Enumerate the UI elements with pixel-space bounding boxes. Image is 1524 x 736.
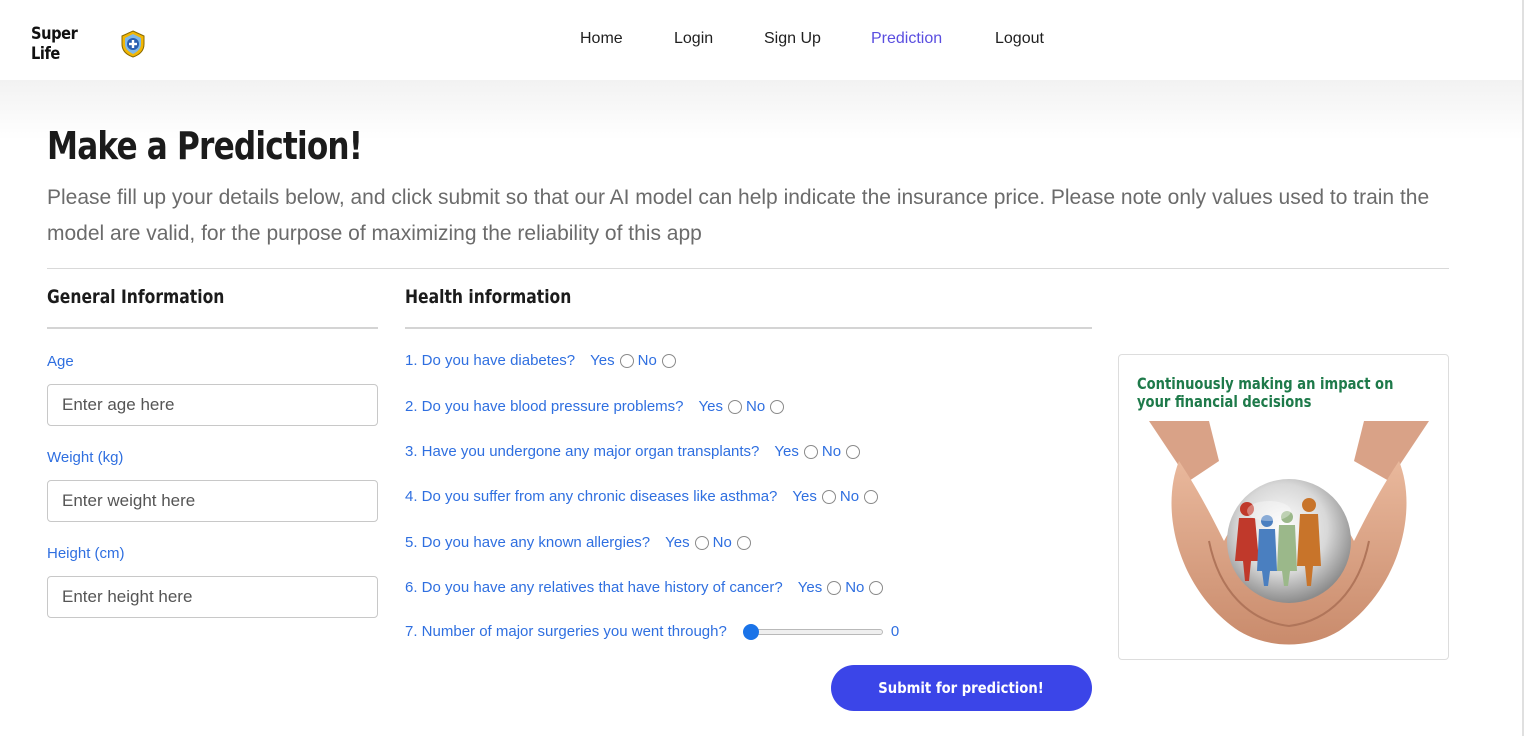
weight-label: Weight (kg) <box>47 449 124 466</box>
surgeries-value: 0 <box>890 623 900 640</box>
question-text: 5. Do you have any known allergies? <box>405 534 651 551</box>
slider-track[interactable] <box>742 628 883 635</box>
yes-label: Yes <box>698 398 723 415</box>
yes-label: Yes <box>665 534 690 551</box>
nav-signup[interactable]: Sign Up <box>764 30 821 48</box>
no-label: No <box>845 579 865 596</box>
question-surgeries: 7. Number of major surgeries you went th… <box>405 623 899 640</box>
allergies-no-radio[interactable] <box>736 535 751 550</box>
allergies-yes-radio[interactable] <box>694 535 709 550</box>
weight-input[interactable] <box>47 480 378 522</box>
question-blood-pressure: 2. Do you have blood pressure problems? … <box>405 398 785 415</box>
blood-pressure-no-radio[interactable] <box>770 399 785 414</box>
no-label: No <box>637 352 657 369</box>
yes-label: Yes <box>792 488 817 505</box>
question-transplants: 3. Have you undergone any major organ tr… <box>405 443 861 460</box>
question-diabetes: 1. Do you have diabetes? Yes No <box>405 352 676 369</box>
cancer-yes-radio[interactable] <box>827 580 842 595</box>
diabetes-no-radio[interactable] <box>661 353 676 368</box>
transplants-yes-radio[interactable] <box>803 444 818 459</box>
blood-pressure-yes-radio[interactable] <box>727 399 742 414</box>
promo-card: Continuously making an impact on your fi… <box>1118 354 1449 660</box>
question-allergies: 5. Do you have any known allergies? Yes … <box>405 534 751 551</box>
general-divider <box>47 327 378 329</box>
no-label: No <box>839 488 860 505</box>
health-info-heading: Health information <box>405 286 572 308</box>
cancer-no-radio[interactable] <box>869 580 884 595</box>
no-label: No <box>745 398 766 415</box>
height-input[interactable] <box>47 576 378 618</box>
transplants-no-radio[interactable] <box>846 444 861 459</box>
diabetes-yes-radio[interactable] <box>619 353 634 368</box>
question-text: 7. Number of major surgeries you went th… <box>405 623 727 640</box>
navbar: Super Life Home Login Sign Up Prediction… <box>0 0 1524 80</box>
question-text: 4. Do you suffer from any chronic diseas… <box>405 488 778 505</box>
yes-label: Yes <box>774 443 799 460</box>
question-text: 1. Do you have diabetes? <box>405 352 576 369</box>
nav-login[interactable]: Login <box>674 30 713 48</box>
nav-home[interactable]: Home <box>580 30 623 48</box>
nav-prediction[interactable]: Prediction <box>871 30 942 48</box>
divider <box>47 268 1449 269</box>
general-info-heading: General Information <box>47 286 225 308</box>
chronic-yes-radio[interactable] <box>821 489 836 504</box>
health-divider <box>405 327 1092 329</box>
page-description: Please fill up your details below, and c… <box>47 186 1430 245</box>
yes-label: Yes <box>590 352 615 369</box>
slider-thumb[interactable] <box>742 623 759 640</box>
age-label: Age <box>47 353 74 370</box>
age-input[interactable] <box>47 384 378 426</box>
chronic-no-radio[interactable] <box>864 489 879 504</box>
question-cancer-history: 6. Do you have any relatives that have h… <box>405 579 884 596</box>
no-label: No <box>712 534 732 551</box>
no-label: No <box>821 443 842 460</box>
page-title: Make a Prediction! <box>47 124 363 168</box>
submit-button[interactable]: Submit for prediction! <box>831 665 1092 711</box>
brand[interactable]: Super Life <box>31 24 146 64</box>
question-text: 3. Have you undergone any major organ tr… <box>405 443 760 460</box>
hands-holding-family-sphere-image <box>1149 421 1429 645</box>
submit-button-label: Submit for prediction! <box>878 679 1045 697</box>
shield-plus-icon <box>121 30 145 58</box>
surgeries-slider[interactable] <box>742 623 883 640</box>
promo-title: Continuously making an impact on your fi… <box>1137 374 1394 411</box>
yes-label: Yes <box>797 579 823 596</box>
brand-name[interactable]: Super Life <box>31 24 105 64</box>
nav-logout[interactable]: Logout <box>995 30 1044 48</box>
question-text: 6. Do you have any relatives that have h… <box>405 579 783 596</box>
height-label: Height (cm) <box>47 545 125 562</box>
question-text: 2. Do you have blood pressure problems? <box>405 398 684 415</box>
question-chronic-diseases: 4. Do you suffer from any chronic diseas… <box>405 488 879 505</box>
